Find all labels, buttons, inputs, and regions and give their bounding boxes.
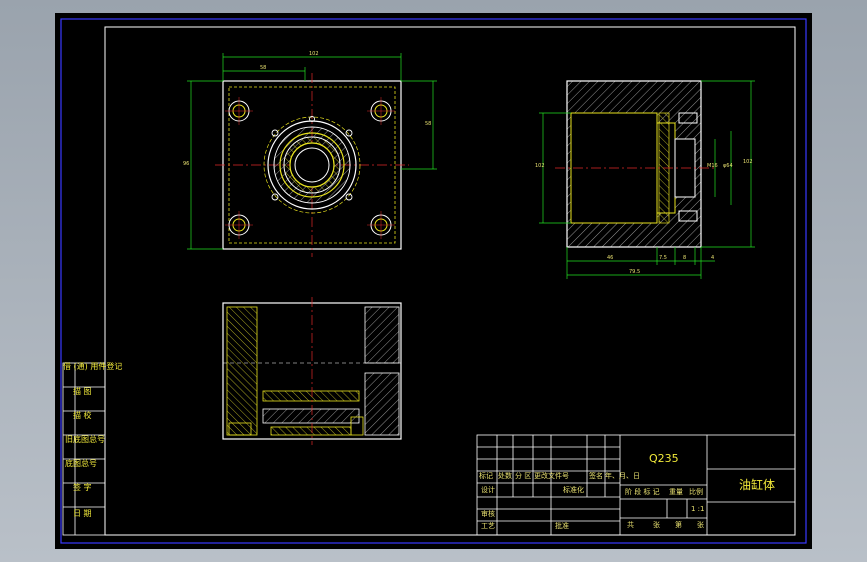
side-row-0: 借 (通) 用件登记 xyxy=(63,362,123,371)
review: 审核 xyxy=(481,510,495,518)
dim-side-overall: 79.5 xyxy=(629,269,641,275)
front-view xyxy=(187,53,437,257)
sheet-label: 张 xyxy=(653,521,660,529)
side-row-5: 签 字 xyxy=(73,483,92,492)
dim-side-bottom-d: 4 xyxy=(711,255,715,261)
dim-side-right: 102 xyxy=(743,159,753,165)
side-row-2: 描 校 xyxy=(73,411,92,420)
approve: 批准 xyxy=(555,522,569,530)
header-col-4: 签名 xyxy=(589,472,603,480)
dim-side-inner-a: M16 xyxy=(707,163,718,169)
stage-header-2: 比例 xyxy=(689,488,703,496)
sheet-total: 共 xyxy=(627,521,634,529)
side-row-3: 旧底图总号 xyxy=(65,435,105,444)
cad-viewport[interactable]: 102 58 96 58 46 7.5 8 4 79.5 102 102 M16… xyxy=(55,13,812,549)
engineering-drawing xyxy=(60,18,807,544)
header-col-0: 标记 xyxy=(479,472,493,480)
side-row-6: 日 期 xyxy=(73,509,92,518)
stage-header-0: 阶 段 标 记 xyxy=(625,488,660,496)
side-section-view xyxy=(539,80,755,279)
scale: 1 :1 xyxy=(691,505,705,513)
sheet-label-2: 张 xyxy=(697,521,704,529)
bottom-section-view xyxy=(222,297,402,445)
sheet-no: 第 xyxy=(675,521,682,529)
header-col-3: 更改文件号 xyxy=(534,472,569,480)
header-col-1: 处数 xyxy=(498,472,512,480)
dim-top-partial: 58 xyxy=(260,65,267,71)
dim-side-bottom-b: 7.5 xyxy=(659,255,667,261)
stage-header-1: 重量 xyxy=(669,488,683,496)
side-row-4: 底图总号 xyxy=(65,459,97,468)
side-row-1: 描 图 xyxy=(73,387,92,396)
material-label: Q235 xyxy=(649,452,679,465)
dim-side-left: 102 xyxy=(535,163,545,169)
process: 工艺 xyxy=(481,522,495,530)
dim-side-inner-b: φ64 xyxy=(723,163,733,169)
dim-side-bottom-a: 46 xyxy=(607,255,614,261)
dim-top-overall: 102 xyxy=(309,51,319,57)
standardization: 标准化 xyxy=(563,486,584,494)
header-col-2: 分 区 xyxy=(515,472,532,480)
dim-left-height: 96 xyxy=(183,161,190,167)
part-name: 油缸体 xyxy=(739,478,776,492)
sign-row-design: 设计 xyxy=(481,486,495,494)
dim-right-height: 58 xyxy=(425,121,432,127)
header-col-5: 年、月、日 xyxy=(605,472,640,480)
dim-side-bottom-c: 8 xyxy=(683,255,687,261)
